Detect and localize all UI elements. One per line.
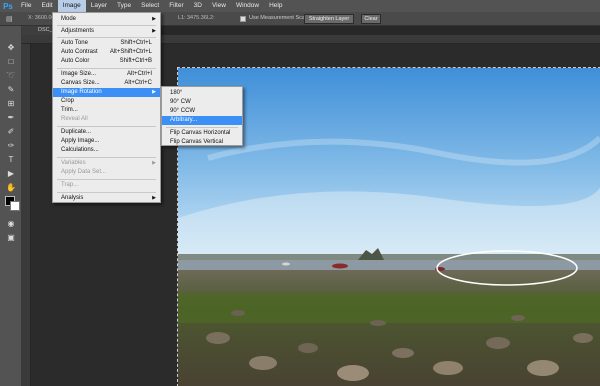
menu-file[interactable]: File: [16, 0, 36, 12]
menu-item-flip-vertical[interactable]: Flip Canvas Vertical: [162, 138, 242, 147]
menu-type[interactable]: Type: [112, 0, 136, 12]
menu-item-analysis[interactable]: Analysis ▶: [53, 194, 160, 203]
menu-item-calculations[interactable]: Calculations...: [53, 146, 160, 155]
screen-mode-icon[interactable]: ▣: [4, 232, 18, 243]
background-color-swatch[interactable]: [10, 201, 20, 211]
menu-view[interactable]: View: [207, 0, 231, 12]
menu-item-duplicate[interactable]: Duplicate...: [53, 128, 160, 137]
menu-item-rotate-90-cw[interactable]: 90° CW: [162, 98, 242, 107]
submenu-arrow-icon: ▶: [152, 89, 156, 95]
hand-tool-icon[interactable]: ✋: [4, 182, 18, 193]
path-select-tool-icon[interactable]: ▶: [4, 168, 18, 179]
menu-item-mode[interactable]: Mode ▶: [53, 15, 160, 24]
menu-item-trap: Trap...: [61, 182, 79, 188]
menu-select[interactable]: Select: [136, 0, 164, 12]
menu-item-reveal-all: Reveal All: [61, 116, 88, 122]
menu-item-auto-tone[interactable]: Auto Tone Shift+Ctrl+L: [53, 39, 160, 48]
menu-separator: [57, 68, 156, 69]
menu-item-apply-image[interactable]: Apply Image...: [53, 137, 160, 146]
menu-item-variables: Variables ▶: [61, 160, 156, 166]
move-tool-icon[interactable]: ✥: [4, 42, 18, 53]
menu-item-arbitrary[interactable]: Arbitrary...: [162, 116, 242, 125]
menu-item-rotate-90-ccw[interactable]: 90° CCW: [162, 107, 242, 116]
menu-item-image-rotation[interactable]: Image Rotation ▶: [53, 88, 160, 97]
menu-separator: [166, 127, 238, 128]
type-tool-icon[interactable]: T: [4, 154, 18, 165]
menu-item-flip-horizontal[interactable]: Flip Canvas Horizontal: [162, 129, 242, 138]
submenu-arrow-icon: ▶: [152, 160, 156, 166]
image-menu-dropdown: Mode ▶ Adjustments ▶ Auto Tone Shift+Ctrl+L…: [52, 12, 161, 203]
vertical-ruler: [22, 44, 31, 386]
quick-select-tool-icon[interactable]: ✎: [4, 84, 18, 95]
menu-item-apply-data-set: Apply Data Set...: [61, 169, 107, 175]
menu-edit[interactable]: Edit: [36, 0, 57, 12]
menu-help[interactable]: Help: [264, 0, 287, 12]
crop-tool-icon[interactable]: ⊞: [4, 98, 18, 109]
use-measurement-scale-checkbox[interactable]: [240, 16, 246, 22]
use-measurement-scale-label: Use Measurement Scale: [249, 15, 310, 21]
menu-item-adjustments[interactable]: Adjustments ▶: [53, 27, 160, 36]
pen-tool-icon[interactable]: ✑: [4, 140, 18, 151]
menu-image[interactable]: Image: [57, 0, 86, 12]
menu-filter[interactable]: Filter: [164, 0, 188, 12]
menu-item-crop[interactable]: Crop: [53, 97, 160, 106]
submenu-arrow-icon: ▶: [152, 28, 156, 34]
menu-window[interactable]: Window: [231, 0, 264, 12]
clear-button[interactable]: Clear: [361, 14, 381, 24]
x-coordinate: X: 3600.00: [28, 15, 55, 21]
menu-3d[interactable]: 3D: [189, 0, 207, 12]
menu-separator: [57, 157, 156, 158]
l1-label: L1:: [178, 15, 186, 21]
submenu-arrow-icon: ▶: [152, 195, 156, 201]
menu-item-auto-contrast[interactable]: Auto Contrast Alt+Shift+Ctrl+L: [53, 48, 160, 57]
tools-palette: ✥ □ ➰ ✎ ⊞ ✒ ✐ ✑ T ▶ ✋ ◉ ▣: [0, 26, 22, 386]
menu-separator: [57, 37, 156, 38]
lasso-tool-icon[interactable]: ➰: [4, 70, 18, 81]
menu-item-canvas-size[interactable]: Canvas Size... Alt+Ctrl+C: [53, 79, 160, 88]
submenu-arrow-icon: ▶: [152, 16, 156, 22]
l1-value: 3475.36: [187, 15, 207, 21]
menu-separator: [57, 25, 156, 26]
quick-mask-icon[interactable]: ◉: [4, 218, 18, 229]
menu-item-auto-color[interactable]: Auto Color Shift+Ctrl+B: [53, 57, 160, 66]
menu-separator: [57, 126, 156, 127]
eyedropper-tool-icon[interactable]: ✒: [4, 112, 18, 123]
menu-layer[interactable]: Layer: [86, 0, 112, 12]
l2-label: L2:: [207, 15, 215, 21]
menu-separator: [57, 192, 156, 193]
ruler-tool-icon[interactable]: ▤: [6, 15, 16, 23]
menu-item-trim[interactable]: Trim...: [53, 106, 160, 115]
menu-item-rotate-180[interactable]: 180°: [162, 89, 242, 98]
photoshop-logo-icon: Ps: [3, 1, 13, 11]
brush-tool-icon[interactable]: ✐: [4, 126, 18, 137]
menu-item-image-size[interactable]: Image Size... Alt+Ctrl+I: [53, 70, 160, 79]
image-rotation-submenu: 180° 90° CW 90° CCW Arbitrary... Flip Ca…: [161, 86, 243, 146]
marquee-tool-icon[interactable]: □: [4, 56, 18, 67]
menu-separator: [57, 179, 156, 180]
menu-bar: Ps File Edit Image Layer Type Select Fil…: [0, 0, 600, 12]
straighten-layer-button[interactable]: Straighten Layer: [304, 14, 354, 24]
